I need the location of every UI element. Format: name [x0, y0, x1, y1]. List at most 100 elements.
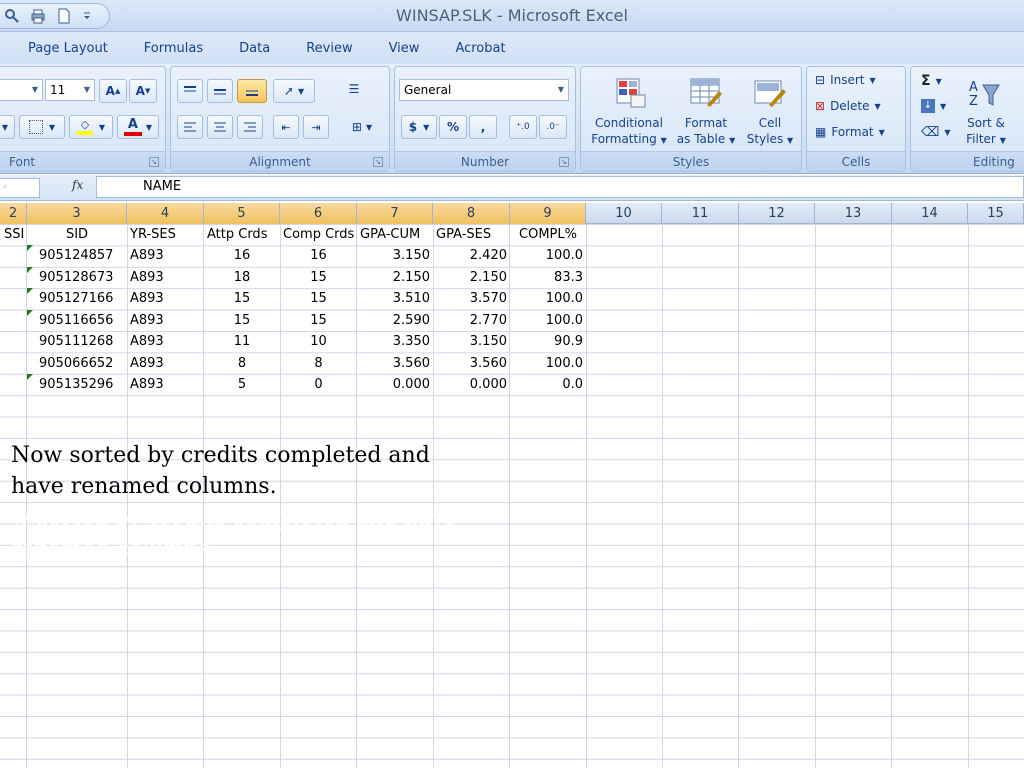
table-cell[interactable]: A893 [127, 331, 204, 352]
font-more-button[interactable]: ▼ [0, 115, 15, 139]
grow-font-button[interactable]: A ▲ [99, 79, 127, 103]
sort-filter-button[interactable]: A Z Sort & Filter ▼ [961, 73, 1011, 149]
table-cell[interactable]: 15 [280, 310, 357, 331]
format-button[interactable]: ▦ Format ▼ [815, 125, 885, 139]
table-cell[interactable]: 0 [280, 374, 357, 395]
table-cell[interactable]: 2.590 [357, 310, 433, 331]
header-cell-gpa-cum[interactable]: GPA-CUM [357, 224, 433, 245]
column-header[interactable]: 2 [0, 203, 27, 224]
column-header[interactable]: 10 [586, 203, 662, 224]
table-cell[interactable]: 8 [280, 353, 357, 374]
table-cell[interactable]: 100.0 [510, 353, 586, 374]
header-cell-sid[interactable]: SID [27, 224, 127, 245]
table-cell[interactable]: 15 [280, 288, 357, 309]
table-cell[interactable]: 3.570 [433, 288, 510, 309]
number-dialog-launcher[interactable]: ↘ [559, 157, 569, 167]
table-cell[interactable]: 2.770 [433, 310, 510, 331]
table-cell[interactable]: 0.000 [357, 374, 433, 395]
table-cell[interactable]: 905066652 [36, 353, 127, 374]
insert-function-icon[interactable]: fx [72, 178, 83, 192]
table-cell[interactable]: 3.350 [357, 331, 433, 352]
table-cell[interactable]: 11 [204, 331, 280, 352]
conditional-formatting-button[interactable]: Conditional Formatting ▼ [585, 73, 673, 149]
header-cell-gpa-ses[interactable]: GPA-SES [433, 224, 510, 245]
fill-color-button[interactable]: ◇ ▼ [69, 115, 113, 139]
table-cell[interactable]: 2.150 [357, 267, 433, 288]
delete-button[interactable]: ⊠ Delete ▼ [815, 99, 881, 113]
tab-review[interactable]: Review [306, 41, 352, 56]
orientation-button[interactable]: ➚ ▼ [273, 79, 315, 103]
table-cell[interactable]: 100.0 [510, 310, 586, 331]
header-cell-comp-crds[interactable]: Comp Crds [280, 224, 357, 245]
formula-input[interactable]: NAME [96, 176, 1024, 198]
header-cell-compl-pct[interactable]: COMPL% [510, 224, 586, 245]
table-cell[interactable]: 905124857 [36, 245, 127, 266]
table-cell[interactable]: A893 [127, 267, 204, 288]
name-box[interactable]: ◦ [0, 178, 40, 198]
column-header[interactable]: 11 [662, 203, 739, 224]
column-header[interactable]: 13 [815, 203, 892, 224]
decrease-indent-button[interactable]: ⇤ [273, 115, 299, 139]
alignment-dialog-launcher[interactable]: ↘ [373, 157, 383, 167]
column-header[interactable]: 7 [357, 203, 433, 224]
table-cell[interactable]: 0.000 [433, 374, 510, 395]
borders-button[interactable]: ▼ [19, 115, 65, 139]
comma-button[interactable]: , [469, 115, 497, 139]
font-size-combo[interactable]: 11 ▼ [45, 79, 95, 101]
table-cell[interactable]: 3.560 [433, 353, 510, 374]
table-cell[interactable]: 905111268 [36, 331, 127, 352]
tab-data[interactable]: Data [239, 41, 270, 56]
table-cell[interactable]: 3.510 [357, 288, 433, 309]
font-name-combo[interactable]: ▼ [0, 79, 43, 101]
wrap-text-button[interactable]: ☰ [341, 77, 367, 101]
align-center-button[interactable] [207, 115, 233, 139]
column-header[interactable]: 15 [968, 203, 1024, 224]
tab-formulas[interactable]: Formulas [144, 41, 203, 56]
table-cell[interactable]: 905127166 [36, 288, 127, 309]
table-cell[interactable]: 15 [280, 267, 357, 288]
fill-button[interactable]: ↓ ▼ [921, 99, 946, 113]
table-cell[interactable]: 3.150 [433, 331, 510, 352]
column-header[interactable]: 3 [27, 203, 127, 224]
insert-button[interactable]: ⊟ Insert ▼ [815, 73, 876, 87]
column-header[interactable]: 12 [739, 203, 815, 224]
decrease-decimal-button[interactable]: .0⁻ [539, 115, 567, 139]
table-cell[interactable]: 16 [280, 245, 357, 266]
header-cell-attp-crds[interactable]: Attp Crds [204, 224, 280, 245]
table-cell[interactable]: 905116656 [36, 310, 127, 331]
table-cell[interactable]: 0.0 [510, 374, 586, 395]
font-color-button[interactable]: A ▼ [117, 115, 159, 139]
table-cell[interactable]: A893 [127, 288, 204, 309]
table-cell[interactable]: 15 [204, 288, 280, 309]
format-as-table-button[interactable]: Format as Table ▼ [673, 73, 739, 149]
table-cell[interactable]: 90.9 [510, 331, 586, 352]
tab-page-layout[interactable]: Page Layout [28, 41, 108, 56]
table-cell[interactable]: 3.150 [357, 245, 433, 266]
table-cell[interactable]: 905135296 [36, 374, 127, 395]
increase-indent-button[interactable]: ⇥ [303, 115, 329, 139]
align-right-button[interactable] [237, 115, 263, 139]
column-header[interactable]: 5 [204, 203, 280, 224]
increase-decimal-button[interactable]: ⁺.0 [509, 115, 537, 139]
table-cell[interactable]: 83.3 [510, 267, 586, 288]
table-cell[interactable]: 3.560 [357, 353, 433, 374]
table-cell[interactable]: 2.150 [433, 267, 510, 288]
table-cell[interactable]: A893 [127, 245, 204, 266]
table-cell[interactable]: A893 [127, 353, 204, 374]
currency-button[interactable]: $ ▼ [401, 115, 437, 139]
column-header[interactable]: 14 [892, 203, 968, 224]
table-cell[interactable]: 100.0 [510, 288, 586, 309]
align-middle-button[interactable] [207, 79, 233, 103]
tab-acrobat[interactable]: Acrobat [455, 41, 505, 56]
font-dialog-launcher[interactable]: ↘ [149, 157, 159, 167]
merge-center-button[interactable]: ⊞ ▼ [341, 115, 383, 139]
header-cell-yr-ses[interactable]: YR-SES [127, 224, 204, 245]
autosum-button[interactable]: Σ ▼ [921, 73, 942, 89]
header-cell-ssi[interactable]: SSI [2, 224, 26, 245]
table-cell[interactable]: 2.420 [433, 245, 510, 266]
table-cell[interactable]: 15 [204, 310, 280, 331]
align-bottom-button[interactable] [237, 79, 267, 103]
cell-styles-button[interactable]: Cell Styles ▼ [741, 73, 799, 149]
align-top-button[interactable] [177, 79, 203, 103]
shrink-font-button[interactable]: A ▼ [129, 79, 157, 103]
